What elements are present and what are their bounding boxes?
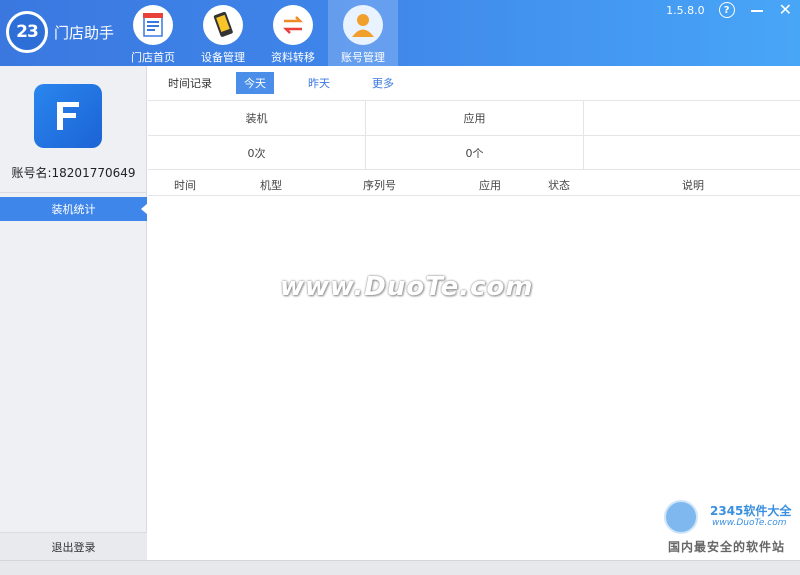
filter-more[interactable]: 更多 — [364, 72, 402, 94]
summary-header-row: 装机 应用 — [148, 101, 800, 135]
column-serial[interactable]: 序列号 — [363, 177, 396, 193]
phone-icon — [203, 5, 243, 45]
column-app[interactable]: 应用 — [479, 177, 501, 193]
nav-store-home[interactable]: 门店首页 — [118, 0, 188, 66]
transfer-icon — [273, 5, 313, 45]
watermark-site: www.DuoTe.com — [712, 518, 787, 528]
watermark-duote: www.DuoTe.com — [280, 272, 534, 302]
filter-today[interactable]: 今天 — [236, 72, 274, 94]
logout-button[interactable]: 退出登录 — [0, 532, 147, 560]
records-table-header: 时间 机型 序列号 应用 状态 说明 — [148, 170, 800, 196]
column-time[interactable]: 时间 — [174, 177, 196, 193]
summary-table: 装机 应用 0次 0个 — [148, 101, 800, 170]
help-icon[interactable]: ? — [718, 2, 735, 18]
main-nav: 门店首页 设备管理 资料转移 账号管理 — [118, 0, 398, 66]
close-icon[interactable]: ✕ — [779, 2, 792, 18]
nav-label: 账号管理 — [341, 51, 385, 64]
main-panel: 时间记录 今天 昨天 更多 装机 应用 0次 0个 时间 机型 序列号 应用 状… — [148, 66, 800, 560]
summary-value-empty — [584, 136, 800, 169]
version-label: 1.5.8.0 — [666, 3, 705, 17]
nav-device-management[interactable]: 设备管理 — [188, 0, 258, 66]
summary-header-installs: 装机 — [148, 101, 366, 135]
summary-value-installs: 0次 — [148, 136, 366, 169]
summary-header-empty — [584, 101, 800, 135]
column-model[interactable]: 机型 — [260, 177, 282, 193]
sidebar: 账号名:18201770649 装机统计 退出登录 — [0, 66, 148, 560]
summary-header-apps: 应用 — [366, 101, 584, 135]
store-icon — [133, 5, 173, 45]
account-avatar — [34, 84, 102, 148]
nav-label: 门店首页 — [131, 51, 175, 64]
title-bar: 23 门店助手 门店首页 设备管理 资料转移 账号管理 1.5.8.0 ? ✕ — [0, 0, 800, 66]
status-bar — [0, 560, 800, 575]
nav-label: 资料转移 — [271, 51, 315, 64]
account-name: 账号名:18201770649 — [11, 166, 136, 180]
minimize-icon[interactable] — [750, 10, 763, 12]
nav-label: 设备管理 — [201, 51, 245, 64]
app-logo: 23 门店助手 — [6, 10, 116, 54]
sidebar-divider — [0, 192, 147, 193]
sidebar-item-install-stats[interactable]: 装机统计 — [0, 197, 148, 221]
watermark-tagline: 国内最安全的软件站 — [668, 540, 786, 554]
window-controls: 1.5.8.0 ? ✕ — [666, 0, 800, 20]
app-name: 门店助手 — [54, 23, 115, 42]
summary-value-apps: 0个 — [366, 136, 584, 169]
time-filter: 时间记录 今天 昨天 更多 — [148, 66, 800, 101]
filter-yesterday[interactable]: 昨天 — [300, 72, 338, 94]
logo-badge: 23 — [6, 11, 48, 53]
column-description[interactable]: 说明 — [682, 177, 704, 193]
nav-data-transfer[interactable]: 资料转移 — [258, 0, 328, 66]
summary-value-row: 0次 0个 — [148, 135, 800, 169]
watermark-brand: 2345软件大全 — [710, 504, 792, 518]
user-icon — [343, 5, 383, 45]
mascot-icon — [664, 500, 698, 534]
column-status[interactable]: 状态 — [548, 177, 570, 193]
filter-label: 时间记录 — [168, 77, 212, 90]
f-logo-icon — [57, 102, 79, 130]
watermark-2345: 2345软件大全 www.DuoTe.com 国内最安全的软件站 — [660, 496, 800, 556]
nav-account-management[interactable]: 账号管理 — [328, 0, 398, 66]
